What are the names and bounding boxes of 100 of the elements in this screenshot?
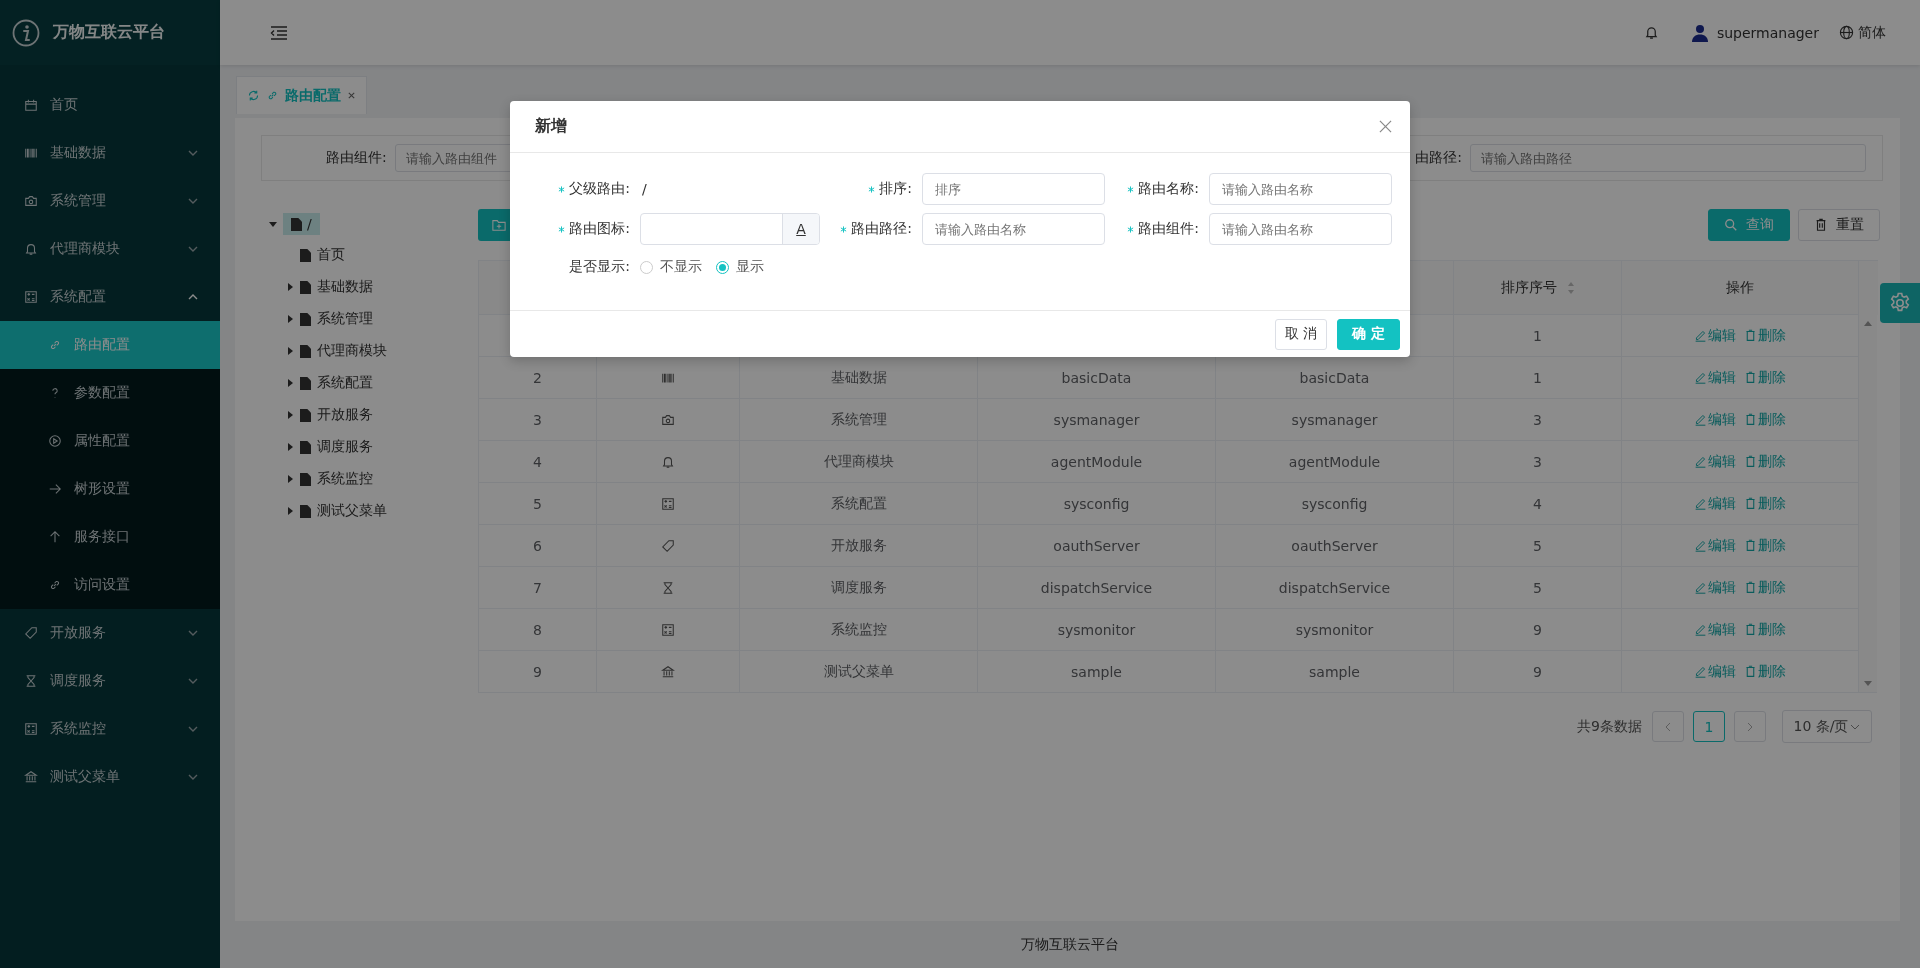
calculator-icon (24, 290, 38, 304)
menu-item[interactable]: 系统监控 (0, 705, 220, 753)
caret-icon[interactable] (286, 443, 294, 451)
edit-link[interactable]: 编辑 (1694, 620, 1736, 639)
submenu-item[interactable]: 属性配置 (0, 417, 220, 465)
menu-item[interactable]: 开放服务 (0, 609, 220, 657)
delete-link[interactable]: 删除 (1744, 410, 1786, 429)
edit-link[interactable]: 编辑 (1694, 578, 1736, 597)
edit-link[interactable]: 编辑 (1694, 410, 1736, 429)
menu-item[interactable]: 基础数据 (0, 129, 220, 177)
menu-item[interactable]: 首页 (0, 81, 220, 129)
trash-icon (1744, 539, 1757, 552)
menu-item[interactable]: 测试父菜单 (0, 753, 220, 801)
submenu-item[interactable]: 服务接口 (0, 513, 220, 561)
menu-fold-icon[interactable] (270, 24, 288, 41)
edit-link[interactable]: 编辑 (1694, 368, 1736, 387)
table-cell: agentModule (1288, 453, 1381, 470)
menu-item[interactable]: 系统管理 (0, 177, 220, 225)
play-icon (48, 434, 62, 448)
caret-icon[interactable] (286, 475, 294, 483)
tree-node[interactable]: 系统管理 (317, 310, 373, 328)
settings-button[interactable] (1880, 283, 1920, 323)
table-cell: 系统监控 (830, 620, 887, 639)
icon-input-field[interactable]: A (640, 213, 820, 245)
input-field[interactable]: 请输入路由名称 (922, 213, 1105, 245)
caret-icon[interactable] (286, 283, 294, 291)
scroll-down-icon[interactable] (1864, 681, 1872, 686)
icon-picker-button[interactable]: A (782, 214, 819, 244)
pencil-icon (1694, 413, 1707, 426)
delete-link[interactable]: 删除 (1744, 662, 1786, 681)
delete-link[interactable]: 删除 (1744, 452, 1786, 471)
edit-link[interactable]: 编辑 (1694, 536, 1736, 555)
delete-link[interactable]: 删除 (1744, 578, 1786, 597)
delete-link[interactable]: 删除 (1744, 494, 1786, 513)
caret-icon[interactable] (286, 347, 294, 355)
edit-link[interactable]: 编辑 (1694, 662, 1736, 681)
delete-link[interactable]: 删除 (1744, 620, 1786, 639)
input-field[interactable]: 请输入路由名称 (1209, 213, 1392, 245)
radio-option[interactable]: 显示 (716, 258, 764, 276)
user-name[interactable]: supermanager (1716, 24, 1819, 41)
table-cell: dispatchService (1278, 579, 1391, 596)
caret-icon[interactable] (286, 379, 294, 387)
reset-button[interactable]: 重置 (1798, 209, 1880, 241)
tree-node[interactable]: 基础数据 (317, 278, 373, 296)
hourglass-icon (24, 674, 38, 688)
file-icon (300, 344, 311, 358)
camera-icon (661, 412, 675, 427)
page-size-select[interactable]: 10 条/页 (1782, 710, 1872, 743)
pencil-icon (1694, 497, 1707, 510)
bell-icon[interactable] (1643, 25, 1659, 40)
page-button[interactable]: 1 (1693, 711, 1725, 742)
file-icon (300, 280, 311, 294)
language-button[interactable]: 简体 (1839, 23, 1886, 42)
submenu-item[interactable]: 访问设置 (0, 561, 220, 609)
edit-link[interactable]: 编辑 (1694, 326, 1736, 345)
radio-option[interactable]: 不显示 (640, 258, 702, 276)
globe-icon (1839, 25, 1854, 40)
submenu-item[interactable]: 参数配置 (0, 369, 220, 417)
tree-node[interactable]: 系统配置 (317, 374, 373, 392)
edit-link[interactable]: 编辑 (1694, 452, 1736, 471)
search-button[interactable]: 查询 (1708, 209, 1790, 241)
caret-icon[interactable] (286, 507, 294, 515)
link-icon (48, 578, 62, 592)
tree-node[interactable]: 测试父菜单 (317, 502, 387, 520)
tree-node[interactable]: 调度服务 (317, 438, 373, 456)
caret-icon[interactable] (286, 411, 294, 419)
file-icon (300, 376, 311, 390)
caret-icon[interactable] (269, 220, 277, 228)
menu-item[interactable]: 代理商模块 (0, 225, 220, 273)
close-icon[interactable] (1379, 120, 1392, 133)
delete-link[interactable]: 删除 (1744, 368, 1786, 387)
close-icon[interactable] (347, 91, 356, 100)
tree-node[interactable]: 系统监控 (317, 470, 373, 488)
refresh-icon[interactable] (247, 89, 260, 102)
menu-item[interactable]: 调度服务 (0, 657, 220, 705)
scroll-up-icon[interactable] (1864, 321, 1872, 326)
column-header[interactable]: 排序序号 (1500, 278, 1557, 297)
input-field[interactable]: 排序 (922, 173, 1105, 205)
search-field[interactable]: 请输入路由路径 (1470, 144, 1866, 172)
table-cell: 9 (533, 663, 542, 680)
user-icon (1690, 23, 1709, 42)
table-cell: 调度服务 (830, 578, 887, 597)
edit-link[interactable]: 编辑 (1694, 494, 1736, 513)
submenu-item[interactable]: 树形设置 (0, 465, 220, 513)
delete-link[interactable]: 删除 (1744, 326, 1786, 345)
table-cell: 5 (533, 495, 542, 512)
tree-node[interactable]: / (283, 213, 320, 235)
delete-link[interactable]: 删除 (1744, 536, 1786, 555)
file-icon (300, 472, 311, 486)
tree-node[interactable]: 首页 (317, 246, 345, 264)
caret-icon[interactable] (286, 315, 294, 323)
page-tab[interactable]: 路由配置 (236, 76, 367, 114)
cancel-button[interactable]: 取 消 (1275, 318, 1327, 350)
file-icon (300, 408, 311, 422)
tree-node[interactable]: 开放服务 (317, 406, 373, 424)
confirm-button[interactable]: 确 定 (1337, 318, 1400, 350)
table-cell: 测试父菜单 (823, 662, 894, 681)
menu-item[interactable]: 系统配置 (0, 273, 220, 321)
tree-node[interactable]: 代理商模块 (317, 342, 387, 360)
input-field[interactable]: 请输入路由名称 (1209, 173, 1392, 205)
